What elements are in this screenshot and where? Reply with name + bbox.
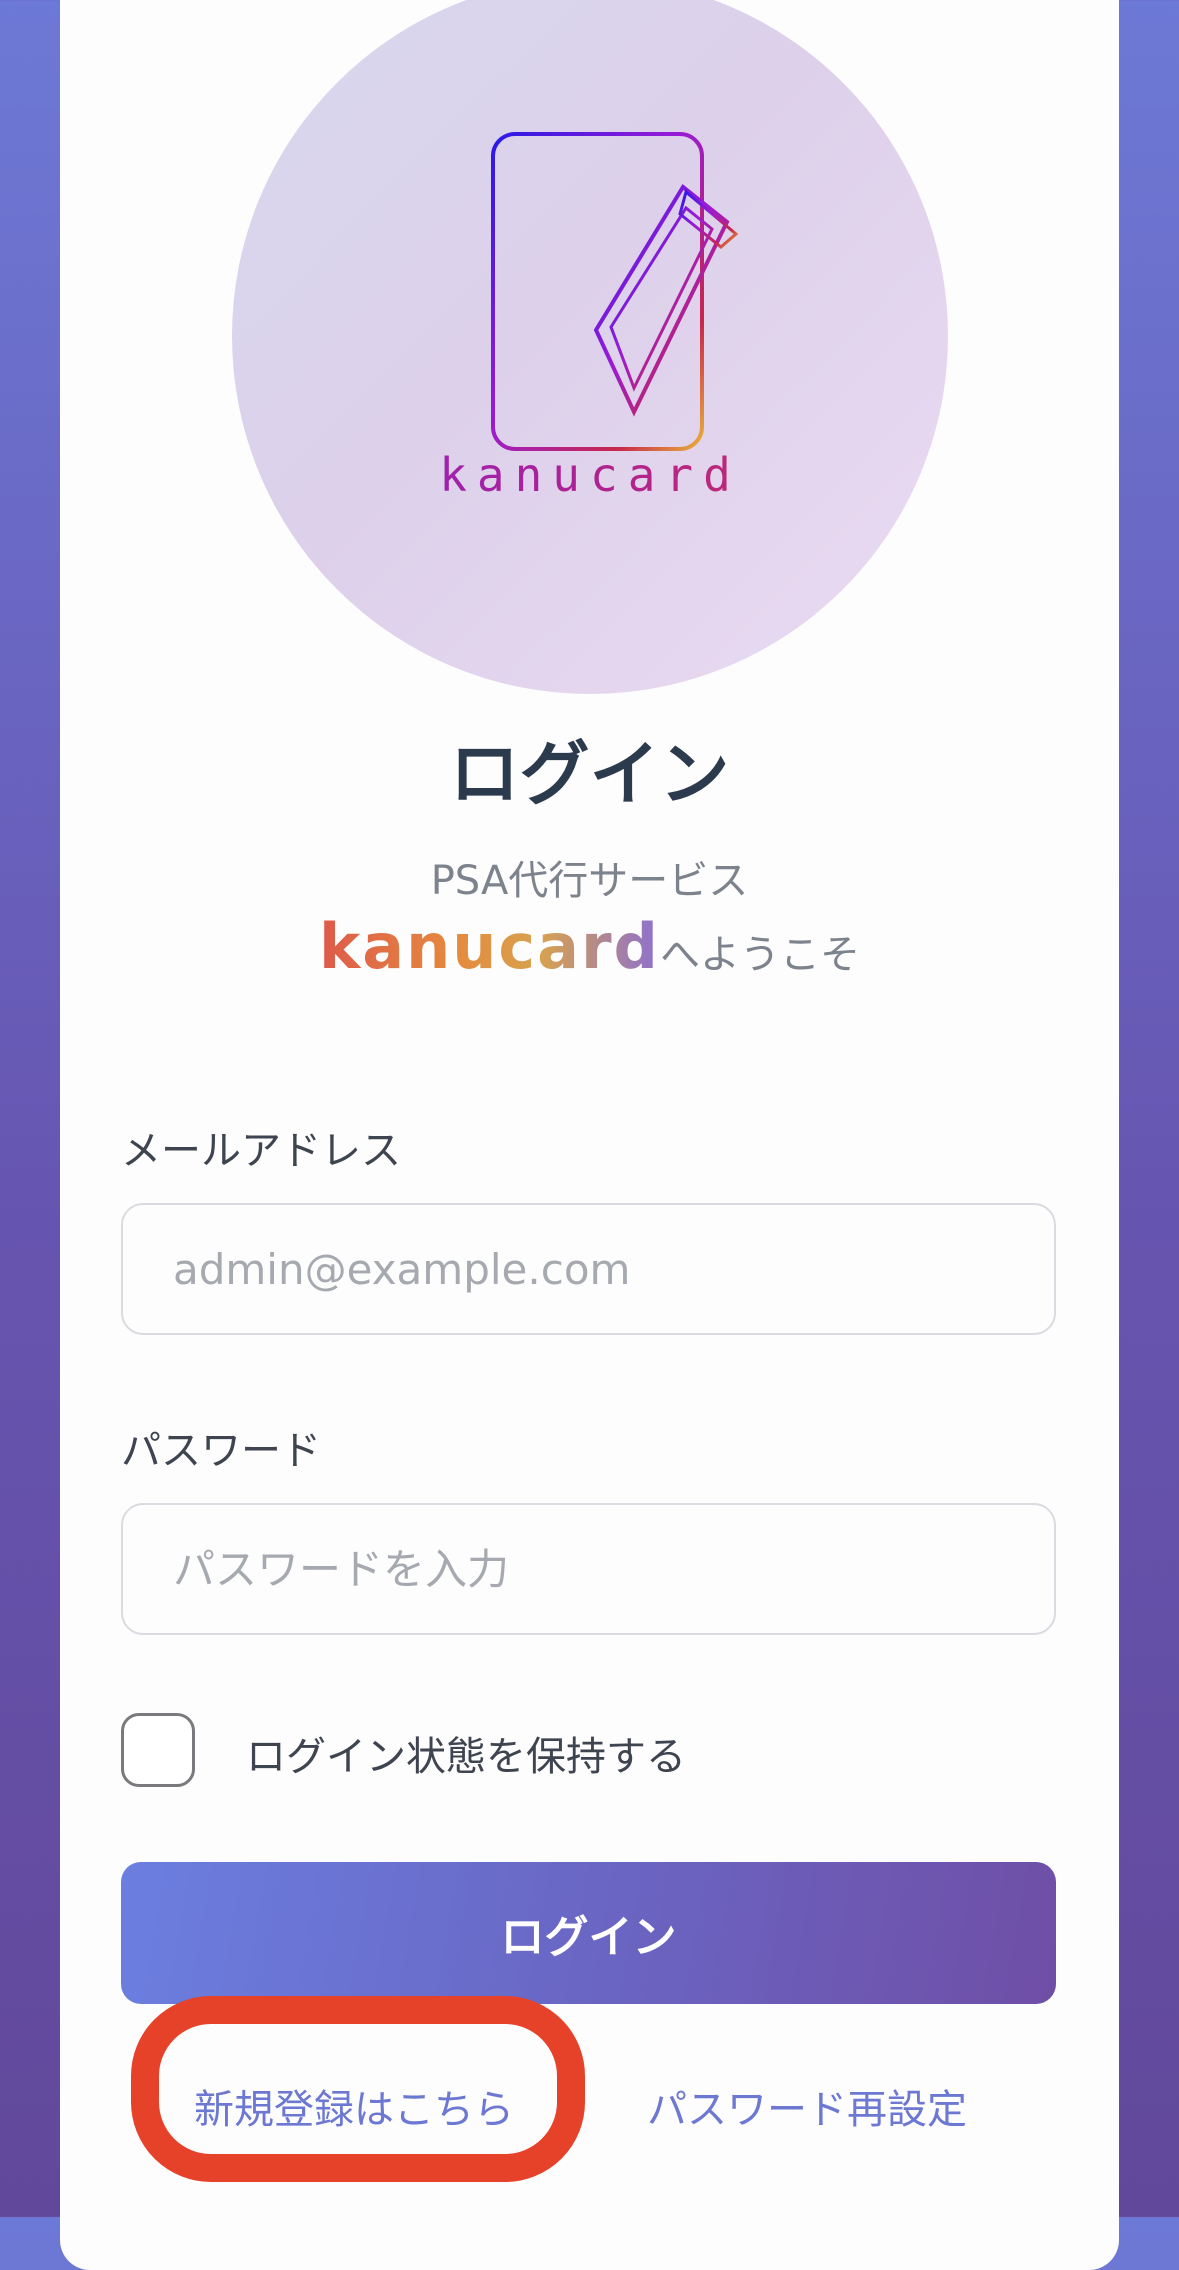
logo-badge: kanucard	[232, 0, 948, 694]
password-field[interactable]	[121, 1503, 1056, 1635]
email-label: メールアドレス	[121, 1128, 401, 1174]
card-logo-icon	[491, 132, 739, 451]
page-title: ログイン	[449, 733, 730, 815]
welcome-message: kanucardへようこそ	[0, 910, 1179, 983]
remember-me-label[interactable]: ログイン状態を保持する	[246, 1724, 686, 1782]
email-field[interactable]	[121, 1203, 1056, 1335]
logo-text: kanucard	[232, 448, 948, 502]
login-button[interactable]: ログイン	[121, 1862, 1056, 2004]
reset-password-link[interactable]: パスワード再設定	[647, 2077, 967, 2135]
welcome-suffix: へようこそ	[659, 932, 860, 978]
remember-me-checkbox[interactable]	[121, 1713, 195, 1787]
register-link[interactable]: 新規登録はこちら	[194, 2077, 514, 2135]
service-subtitle: PSA代行サービス	[430, 858, 749, 904]
brand-name: kanucard	[319, 910, 660, 983]
password-label: パスワード	[121, 1428, 321, 1474]
